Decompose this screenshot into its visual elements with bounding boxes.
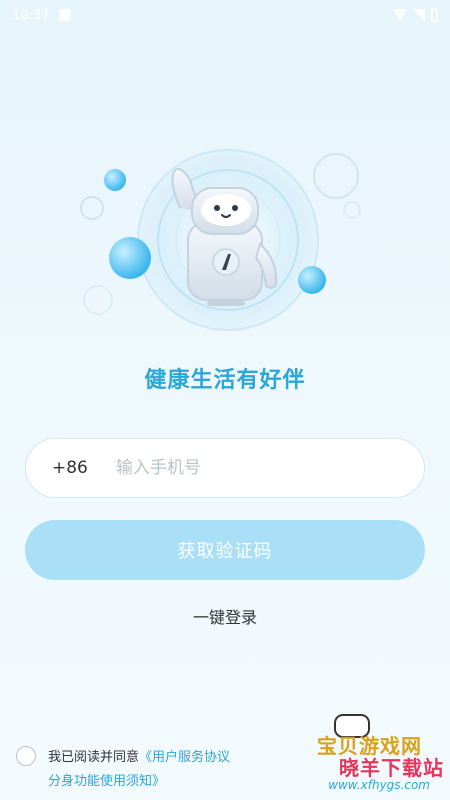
- phone-input[interactable]: [113, 457, 368, 479]
- phone-field[interactable]: +86: [25, 438, 425, 498]
- notification-icon: [59, 9, 72, 21]
- user-agreement-link[interactable]: 《用户服务协议: [139, 750, 230, 765]
- signal-icon: [413, 9, 425, 21]
- robot-illustration: [80, 149, 361, 331]
- tagline: 健康生活有好伴: [144, 368, 306, 393]
- agree-checkbox[interactable]: [16, 746, 36, 766]
- status-bar: 10:37: [0, 0, 450, 30]
- clone-notice-link[interactable]: 分身功能使用须知》: [48, 774, 165, 789]
- one-key-login-link[interactable]: 一键登录: [0, 604, 450, 628]
- country-code[interactable]: +86: [52, 458, 88, 478]
- wifi-icon: [393, 9, 407, 21]
- bubble: [298, 266, 326, 294]
- watermark-line2: 晓羊下载站: [339, 756, 444, 780]
- bubble: [104, 169, 126, 191]
- status-time: 10:37: [12, 7, 50, 23]
- watermark: 宝贝游戏网 晓羊下载站 www.xfhygs.com: [244, 706, 444, 798]
- agreement-prefix: 我已阅读并同意: [48, 750, 140, 765]
- watermark-url: www.xfhygs.com: [328, 778, 430, 792]
- get-code-button[interactable]: 获取验证码: [25, 520, 425, 580]
- battery-icon: [431, 8, 438, 22]
- bubble: [109, 237, 151, 279]
